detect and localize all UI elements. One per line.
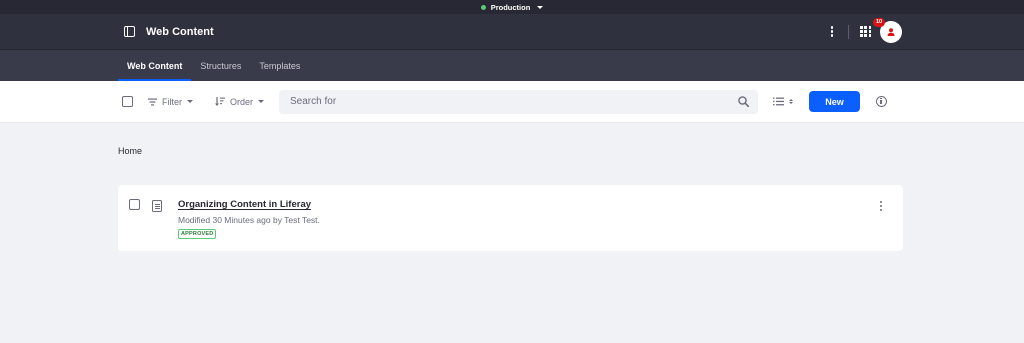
notification-badge: 10	[873, 17, 886, 27]
app-title: Web Content	[146, 25, 214, 38]
user-menu[interactable]: 10	[873, 17, 902, 43]
navigation-tabs: Web Content Structures Templates	[0, 50, 1024, 81]
tab-web-content[interactable]: Web Content	[118, 50, 192, 81]
management-toolbar: Filter Order New	[0, 81, 1024, 123]
applications-grid-icon[interactable]	[860, 26, 871, 37]
user-icon	[887, 27, 895, 36]
item-actions-kebab-icon[interactable]	[876, 201, 886, 212]
options-kebab-icon[interactable]	[827, 26, 837, 37]
filter-button[interactable]: Filter	[148, 97, 193, 107]
item-modified-text: Modified 30 Minutes ago by Test Test.	[178, 215, 320, 225]
web-content-article-icon	[152, 200, 162, 212]
search-icon[interactable]	[738, 96, 750, 107]
order-icon	[215, 97, 225, 106]
environment-label: Production	[490, 2, 531, 12]
breadcrumb: Home	[0, 146, 1024, 157]
chevron-down-icon	[187, 100, 193, 103]
chevron-down-icon	[258, 100, 265, 103]
control-menu: Web Content 10	[0, 14, 1024, 50]
list-item: Organizing Content in Liferay Modified 3…	[118, 185, 903, 251]
environment-bar[interactable]: Production	[0, 0, 1024, 14]
select-all-checkbox[interactable]	[122, 96, 133, 107]
filter-label: Filter	[162, 96, 182, 107]
item-title-link[interactable]: Organizing Content in Liferay	[178, 199, 320, 210]
status-badge: APPROVED	[178, 229, 217, 239]
new-button[interactable]: New	[809, 91, 861, 112]
search-input[interactable]	[290, 96, 739, 107]
order-button[interactable]: Order	[215, 96, 265, 107]
display-style-button[interactable]	[773, 97, 794, 106]
search-bar	[279, 89, 759, 114]
tab-templates[interactable]: Templates	[250, 50, 309, 81]
tab-structures[interactable]: Structures	[191, 50, 250, 81]
caret-double-icon	[789, 99, 794, 104]
chevron-down-icon	[537, 5, 544, 9]
list-view-icon	[773, 97, 785, 106]
list-item-body: Organizing Content in Liferay Modified 3…	[178, 199, 320, 239]
breadcrumb-home: Home	[118, 146, 143, 156]
panel-icon[interactable]	[124, 26, 135, 37]
filter-icon	[148, 98, 157, 105]
environment-status-dot	[480, 4, 486, 10]
info-icon[interactable]	[876, 96, 888, 107]
divider	[848, 24, 850, 39]
order-label: Order	[230, 96, 254, 107]
item-checkbox[interactable]	[129, 199, 140, 210]
